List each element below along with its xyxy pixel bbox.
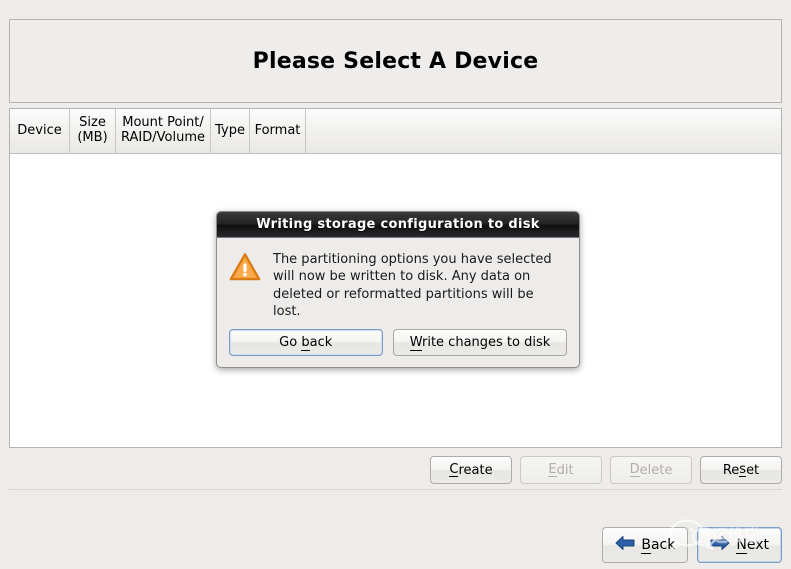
table-header-row: Device Size (MB) Mount Point/ RAID/Volum… bbox=[10, 109, 781, 154]
back-button-text: Back bbox=[641, 537, 676, 554]
write-changes-dialog: Writing storage configuration to disk Th… bbox=[216, 211, 580, 368]
column-header-type[interactable]: Type bbox=[211, 109, 250, 153]
reset-button[interactable]: Re s et bbox=[700, 456, 782, 484]
reset-button-label-post: et bbox=[746, 462, 760, 478]
dialog-message-line-1: The partitioning options you have select… bbox=[273, 252, 552, 267]
delete-button-label: elete bbox=[639, 462, 673, 478]
go-back-button[interactable]: Go back bbox=[228, 329, 383, 357]
dialog-button-row: Go back Write changes to disk bbox=[217, 320, 579, 367]
dialog-message-line-3: deleted or reformatted partitions will b… bbox=[273, 286, 534, 319]
write-changes-button[interactable]: Write changes to disk bbox=[392, 329, 568, 357]
dialog-body: The partitioning options you have select… bbox=[217, 238, 579, 320]
footer-divider bbox=[9, 489, 782, 490]
reset-button-label-pre: Re bbox=[722, 462, 740, 478]
warning-triangle-icon bbox=[229, 250, 261, 320]
next-button-mnemonic: N bbox=[736, 537, 747, 554]
column-header-size[interactable]: Size (MB) bbox=[70, 109, 116, 153]
column-header-device[interactable]: Device bbox=[10, 109, 70, 153]
next-button[interactable]: Next bbox=[697, 527, 782, 563]
create-button-label: reate bbox=[458, 462, 493, 478]
column-header-filler bbox=[306, 109, 781, 153]
edit-button-mnemonic: E bbox=[548, 462, 557, 477]
go-back-button-mnemonic: b bbox=[301, 335, 310, 352]
create-button[interactable]: Create bbox=[430, 456, 512, 484]
column-header-format[interactable]: Format bbox=[250, 109, 306, 153]
page-title: Please Select A Device bbox=[252, 48, 539, 74]
write-changes-button-label: Write changes to disk bbox=[409, 335, 551, 352]
partition-action-buttons: Create Edit Delete Re s et bbox=[9, 455, 782, 485]
delete-button[interactable]: Delete bbox=[610, 456, 692, 484]
reset-button-mnemonic: s bbox=[739, 462, 747, 477]
edit-button[interactable]: Edit bbox=[520, 456, 602, 484]
arrow-left-icon bbox=[615, 535, 635, 555]
dialog-titlebar: Writing storage configuration to disk bbox=[217, 212, 579, 238]
next-button-text: Next bbox=[736, 537, 769, 554]
wizard-navigation: Back Next bbox=[602, 527, 782, 563]
delete-button-mnemonic: D bbox=[629, 462, 640, 477]
write-changes-button-mnemonic: W bbox=[409, 335, 422, 352]
title-panel: Please Select A Device bbox=[9, 19, 782, 103]
arrow-right-icon bbox=[710, 535, 730, 555]
edit-button-label: dit bbox=[556, 462, 574, 478]
create-button-mnemonic: C bbox=[449, 462, 459, 477]
column-header-mount-point[interactable]: Mount Point/ RAID/Volume bbox=[116, 109, 211, 153]
dialog-message-line-2: will now be written to disk. Any data on bbox=[273, 269, 531, 285]
go-back-button-label: Go back bbox=[279, 335, 333, 352]
back-button[interactable]: Back bbox=[602, 527, 689, 563]
back-button-mnemonic: B bbox=[641, 537, 651, 554]
dialog-message: The partitioning options you have select… bbox=[273, 250, 565, 320]
